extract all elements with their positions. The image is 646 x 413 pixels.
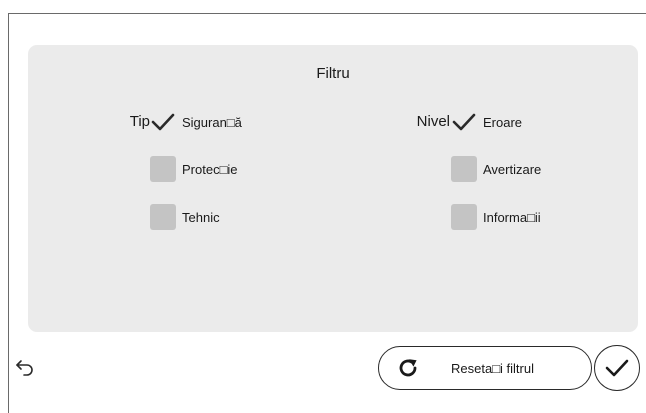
filter-panel: Filtru Tip Siguran□ă Protec□ie Tehnic Ni… — [28, 45, 638, 332]
checkbox-unchecked[interactable] — [150, 204, 176, 230]
back-button[interactable] — [12, 356, 38, 378]
checkbox-checked[interactable] — [451, 109, 477, 135]
checkmark-icon — [605, 359, 629, 377]
option-label: Siguran□ă — [182, 114, 242, 130]
option-label: Protec□ie — [182, 161, 238, 177]
reset-filter-button[interactable]: Reseta□i filtrul — [378, 346, 592, 390]
checkbox-unchecked[interactable] — [150, 156, 176, 182]
confirm-button[interactable] — [594, 345, 640, 391]
nivel-option-eroare[interactable]: Eroare — [451, 109, 522, 135]
back-arrow-icon — [16, 360, 33, 376]
nivel-option-avertizare[interactable]: Avertizare — [451, 156, 541, 182]
option-label: Eroare — [483, 114, 523, 130]
tip-option-protectie[interactable]: Protec□ie — [150, 156, 238, 182]
checkbox-unchecked[interactable] — [451, 204, 477, 230]
panel-title: Filtru — [316, 65, 350, 82]
reset-filter-label: Reseta□i filtrul — [451, 360, 534, 376]
checkbox-unchecked[interactable] — [451, 156, 477, 182]
option-label: Tehnic — [182, 209, 220, 225]
tip-option-siguranta[interactable]: Siguran□ă — [150, 109, 242, 135]
option-label: Informa□ii — [483, 209, 541, 225]
tip-option-tehnic[interactable]: Tehnic — [150, 204, 220, 230]
nivel-group-label: Nivel — [416, 113, 450, 130]
checkbox-checked[interactable] — [150, 109, 176, 135]
refresh-icon — [395, 355, 421, 381]
nivel-option-informatii[interactable]: Informa□ii — [451, 204, 541, 230]
option-label: Avertizare — [483, 161, 542, 177]
checkmark-icon — [151, 113, 175, 131]
tip-group-label: Tip — [129, 113, 150, 130]
checkmark-icon — [452, 113, 476, 131]
